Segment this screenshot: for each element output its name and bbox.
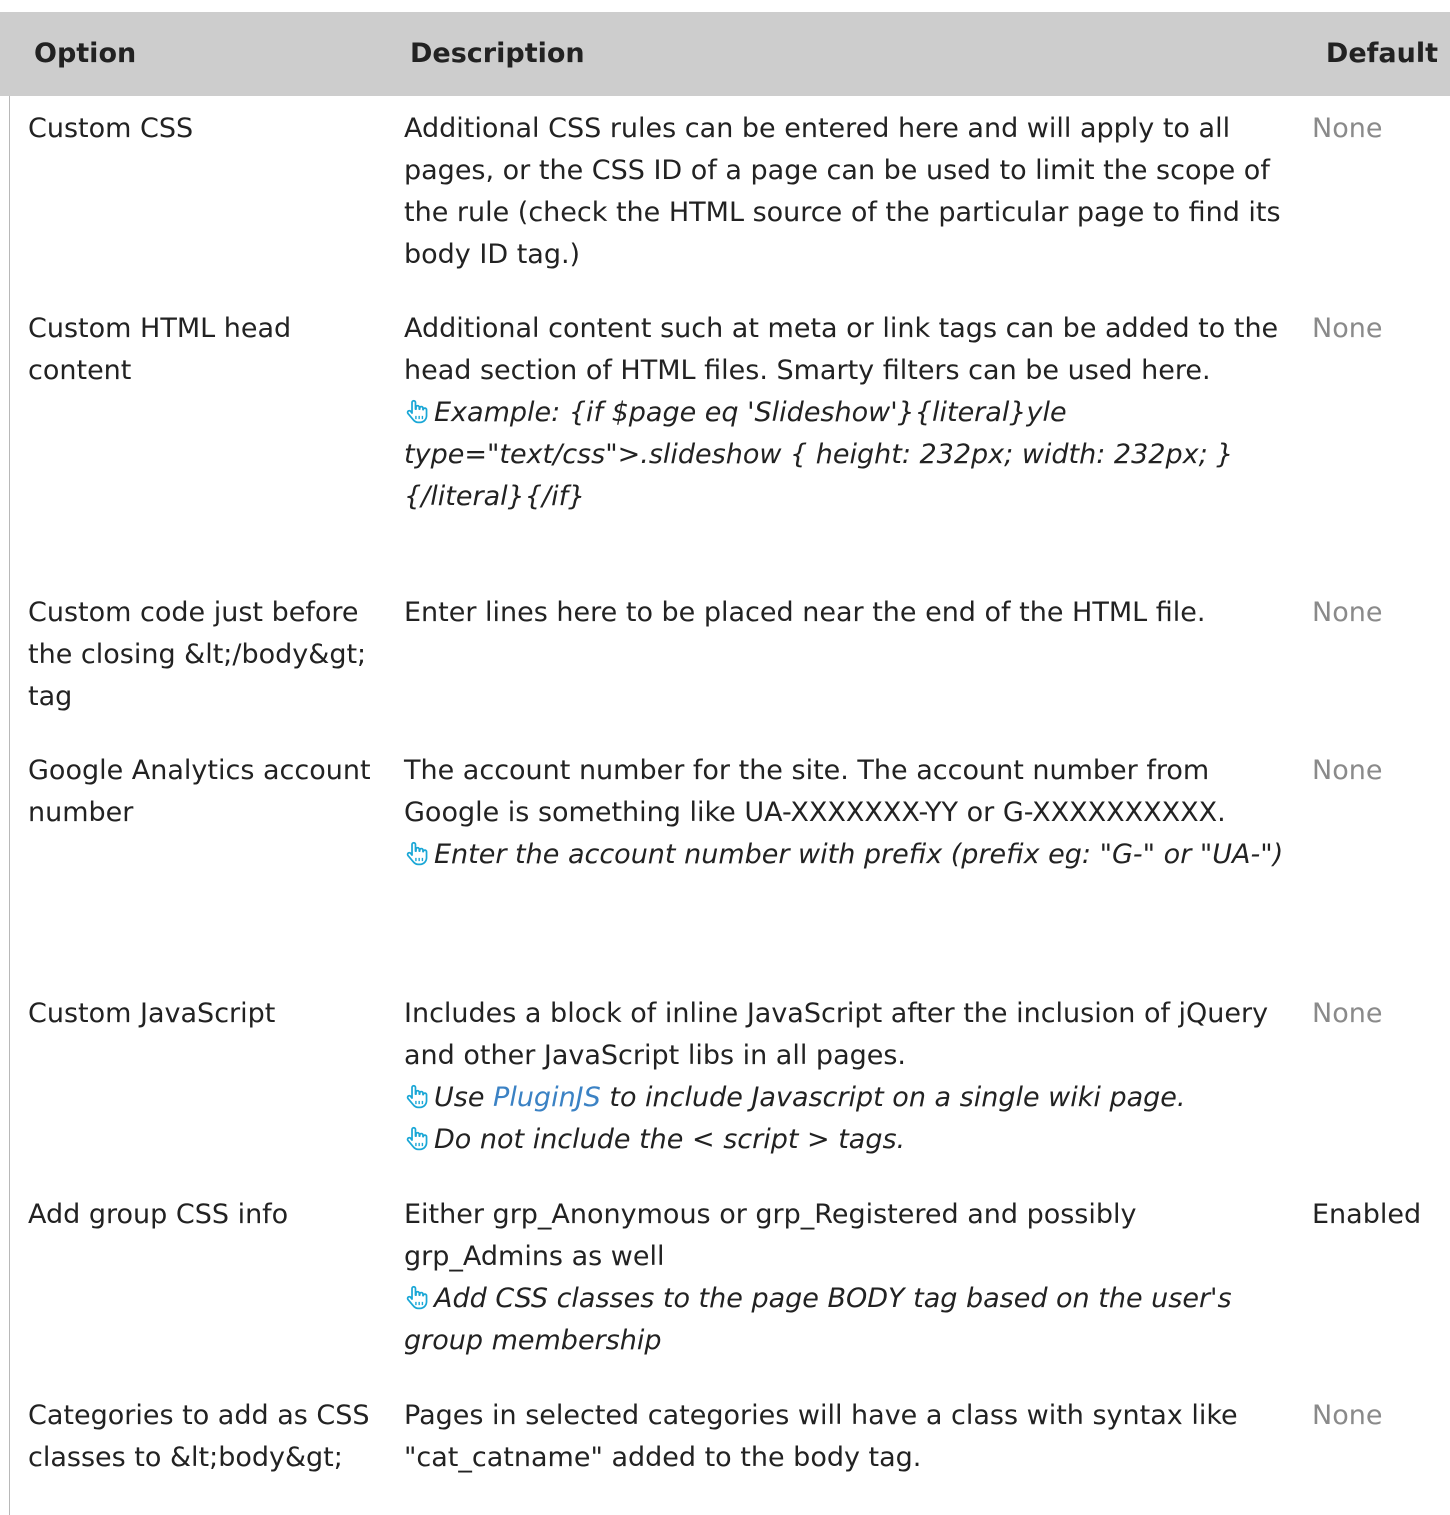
tip-text-post: to include Javascript on a single wiki p… <box>600 1082 1186 1113</box>
pointing-hand-icon <box>404 1080 430 1109</box>
description-text: Pages in selected categories will have a… <box>404 1400 1238 1473</box>
tip-note: Enter the account number with prefix (pr… <box>404 834 1302 876</box>
table-row: Custom code just before the closing &lt;… <box>0 580 1450 738</box>
default-value: Enabled <box>1312 1199 1422 1230</box>
default-value: None <box>1312 597 1383 628</box>
header-option[interactable]: Option <box>0 12 394 96</box>
tip-text: Add CSS classes to the page BODY tag bas… <box>404 1283 1232 1356</box>
option-default: None <box>1306 738 1450 981</box>
option-description: Includes a block of inline JavaScript af… <box>394 981 1306 1182</box>
option-description: Enter lines here to be placed near the e… <box>394 580 1306 738</box>
tip-text: Enter the account number with prefix (pr… <box>434 839 1284 870</box>
tip-note: Example: {if $page eq 'Slideshow'}{liter… <box>404 392 1302 518</box>
option-default: Enabled <box>1306 1182 1450 1383</box>
pointing-hand-icon <box>404 1281 430 1310</box>
table-row: Custom CSS Additional CSS rules can be e… <box>0 96 1450 296</box>
pointing-hand-icon <box>404 837 430 866</box>
header-description[interactable]: Description <box>394 12 1306 96</box>
option-description: Pages in selected categories will have a… <box>394 1383 1306 1479</box>
top-spacer <box>0 0 1450 12</box>
description-text: Either grp_Anonymous or grp_Registered a… <box>404 1199 1137 1272</box>
option-name: Custom HTML head content <box>28 313 292 386</box>
option-default: None <box>1306 1383 1450 1479</box>
tip-note: Use PluginJS to include Javascript on a … <box>404 1077 1302 1119</box>
option-description: The account number for the site. The acc… <box>394 738 1306 981</box>
option-default: None <box>1306 296 1450 580</box>
option-name: Custom CSS <box>28 113 194 144</box>
default-value: None <box>1312 113 1383 144</box>
table-row: Categories to add as CSS classes to &lt;… <box>0 1383 1450 1479</box>
pointing-hand-icon <box>404 395 430 424</box>
description-text: The account number for the site. The acc… <box>404 755 1226 828</box>
pluginjs-link[interactable]: PluginJS <box>493 1082 601 1113</box>
option-default: None <box>1306 981 1450 1182</box>
pointing-hand-icon <box>404 1122 430 1151</box>
tip-note: Do not include the < script > tags. <box>404 1119 1302 1161</box>
default-value: None <box>1312 1400 1383 1431</box>
tip-text: Example: {if $page eq 'Slideshow'}{liter… <box>404 397 1234 512</box>
description-text: Additional content such at meta or link … <box>404 313 1279 386</box>
tip-text-pre: Use <box>434 1082 494 1113</box>
option-name: Custom JavaScript <box>28 998 276 1029</box>
default-value: None <box>1312 313 1383 344</box>
option-name: Custom code just before the closing &lt;… <box>28 597 367 712</box>
table-row: Add group CSS info Either grp_Anonymous … <box>0 1182 1450 1383</box>
option-name: Add group CSS info <box>28 1199 289 1230</box>
description-text: Enter lines here to be placed near the e… <box>404 597 1206 628</box>
default-value: None <box>1312 998 1383 1029</box>
option-description: Additional content such at meta or link … <box>394 296 1306 580</box>
table-row: Custom HTML head content Additional cont… <box>0 296 1450 580</box>
option-default: None <box>1306 96 1450 296</box>
description-text: Includes a block of inline JavaScript af… <box>404 998 1269 1071</box>
option-description: Additional CSS rules can be entered here… <box>394 96 1306 296</box>
description-text: Additional CSS rules can be entered here… <box>404 113 1281 270</box>
options-table: Option Description Default Custom CSS Ad… <box>0 12 1450 1479</box>
option-name: Categories to add as CSS classes to &lt;… <box>28 1400 370 1473</box>
left-border <box>9 96 10 1515</box>
default-value: None <box>1312 755 1383 786</box>
tip-note: Add CSS classes to the page BODY tag bas… <box>404 1278 1302 1362</box>
option-name: Google Analytics account number <box>28 755 371 828</box>
tip-text: Do not include the < script > tags. <box>434 1124 906 1155</box>
table-header-row: Option Description Default <box>0 12 1450 96</box>
table-row: Google Analytics account number The acco… <box>0 738 1450 981</box>
table-row: Custom JavaScript Includes a block of in… <box>0 981 1450 1182</box>
option-default: None <box>1306 580 1450 738</box>
option-description: Either grp_Anonymous or grp_Registered a… <box>394 1182 1306 1383</box>
header-default[interactable]: Default <box>1306 12 1450 96</box>
